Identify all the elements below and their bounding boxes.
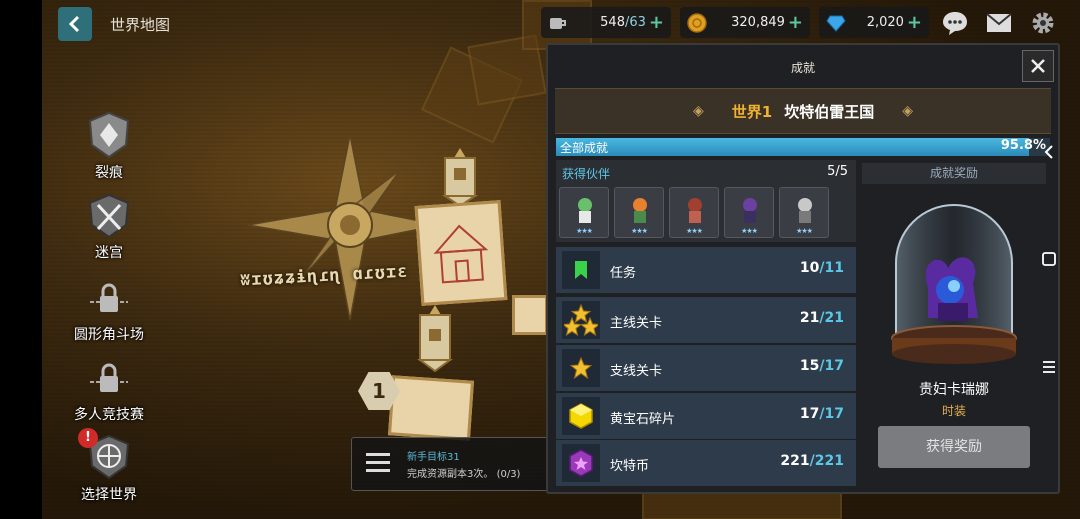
menu-rift[interactable]: 裂痕 [70, 111, 148, 182]
diamond-ornament-icon: ◈ [902, 103, 913, 119]
stage-flag-icon[interactable] [415, 305, 455, 375]
companions-label: 获得伙伴 [562, 167, 611, 181]
purple-coin-icon [562, 444, 600, 482]
left-letterbox [0, 0, 42, 519]
companion-portrait[interactable]: ★★★ [614, 187, 664, 238]
back-button[interactable] [58, 7, 92, 41]
add-stamina-button[interactable]: + [649, 13, 664, 32]
nav-home-icon[interactable] [1040, 252, 1058, 266]
achievement-row-gem-shards[interactable]: 黄宝石碎片 17/17 [556, 393, 856, 439]
yellow-gem-icon [562, 397, 600, 435]
progress-fill [556, 138, 1030, 156]
gem-counter[interactable]: 2,020 + [819, 7, 929, 38]
companion-portrait[interactable]: ★★★ [669, 187, 719, 238]
claim-reward-button[interactable]: 获得奖励 [878, 426, 1030, 468]
achievement-row-kanterbury-coins[interactable]: 坎特币 221/221 [556, 440, 856, 486]
house-sketch-icon [433, 224, 489, 284]
chevron-left-icon [68, 15, 80, 33]
close-button[interactable] [1022, 50, 1054, 82]
newbie-goal-box[interactable]: 新手目标31 完成资源副本3次。 (0/3) [351, 437, 551, 491]
world-name: 坎特伯雷王国 [784, 102, 875, 121]
menu-select-world[interactable]: ! 选择世界 [70, 428, 148, 504]
diamond-ornament-icon: ◈ [692, 103, 704, 119]
costume-sprite-icon [925, 257, 978, 321]
hero-sprite-icon [688, 198, 702, 223]
diamond-icon [825, 12, 847, 34]
stamina-counter[interactable]: 548/63 + [541, 7, 671, 38]
reward-header: 成就奖励 [862, 163, 1046, 184]
gold-counter[interactable]: 320,849 + [680, 7, 810, 38]
stage-card[interactable] [414, 200, 508, 306]
progress-label: 全部成就 [560, 141, 609, 155]
gear-icon[interactable] [1026, 7, 1060, 39]
hero-sprite-icon [633, 198, 647, 223]
companions-section: 获得伙伴 5/5 ★★★ ★★★ ★★★ ★★★ ★★★ [556, 160, 856, 242]
rank-stars-icon: ★★★ [631, 227, 648, 235]
three-stars-icon [562, 301, 600, 339]
chat-icon[interactable] [938, 7, 972, 39]
rank-stars-icon: ★★★ [686, 227, 703, 235]
rift-shield-icon [85, 111, 133, 160]
world-number: 世界1 [731, 102, 773, 121]
crossed-axes-icon [85, 192, 133, 240]
hamburger-menu-icon[interactable] [366, 453, 390, 477]
rank-stars-icon: ★★★ [796, 227, 813, 235]
companion-portrait[interactable]: ★★★ [559, 187, 609, 238]
companion-portrait[interactable]: ★★★ [779, 187, 829, 238]
coffee-cup-icon [547, 12, 569, 34]
star-icon [562, 349, 600, 387]
stage-card[interactable] [512, 295, 548, 335]
locked-pvp-icon [85, 362, 133, 402]
menu-pvp[interactable]: 多人竞技赛 [70, 362, 148, 424]
page-title: 世界地图 [110, 16, 171, 34]
add-gold-button[interactable]: + [788, 13, 803, 32]
rank-stars-icon: ★★★ [741, 227, 758, 235]
nav-menu-icon[interactable] [1040, 360, 1058, 374]
add-gems-button[interactable]: + [907, 13, 922, 32]
stage-card[interactable] [388, 375, 474, 441]
achievement-row-side-stages[interactable]: 支线关卡 15/17 [556, 345, 856, 391]
green-bookmark-icon [562, 251, 600, 289]
reward-name: 贵妇卡瑞娜 [919, 382, 989, 398]
goal-title: 新手目标31 [407, 452, 460, 463]
hero-sprite-icon [743, 198, 757, 223]
stage-flag-icon[interactable] [440, 148, 480, 208]
panel-title: 成就 [790, 61, 815, 75]
world-banner: ◈ 世界1 坎特伯雷王国 ◈ [555, 88, 1051, 134]
alert-badge: ! [78, 428, 98, 448]
overall-progress-bar: 全部成就 95.8% [556, 138, 1050, 156]
goal-desc: 完成资源副本3次。 (0/3) [407, 469, 521, 480]
menu-colosseum[interactable]: 圆形角斗场 [70, 282, 148, 344]
gold-coin-icon [686, 12, 708, 34]
rank-stars-icon: ★★★ [576, 227, 593, 235]
companion-portrait[interactable]: ★★★ [724, 187, 774, 238]
companions-count: 5/5 [827, 164, 848, 179]
close-icon [1031, 59, 1045, 73]
reward-type: 时装 [941, 404, 966, 418]
locked-arena-icon [85, 282, 133, 322]
hero-sprite-icon [798, 198, 812, 223]
menu-labyrinth[interactable]: 迷宫 [70, 192, 148, 262]
costume-display-dome [891, 204, 1017, 364]
mail-icon[interactable] [982, 7, 1016, 39]
nav-back-icon[interactable] [1040, 145, 1058, 159]
hero-sprite-icon [578, 198, 592, 223]
achievement-row-quests[interactable]: 任务 10/11 [556, 247, 856, 293]
achievement-row-main-stages[interactable]: 主线关卡 21/21 [556, 297, 856, 343]
